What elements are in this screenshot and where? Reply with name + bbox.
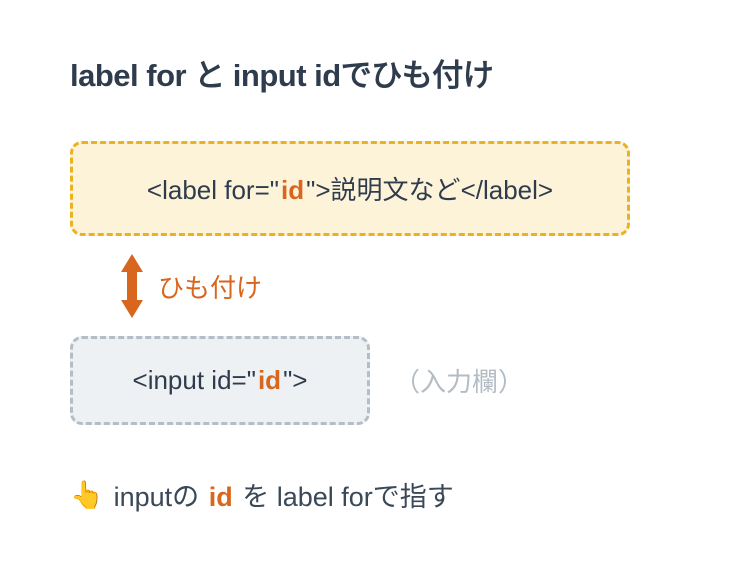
footer-caption: 👆 inputの id を label forで指す bbox=[70, 475, 661, 514]
footer-after-id: を label forで指す bbox=[242, 482, 454, 512]
input-tag-suffix: "> bbox=[283, 365, 307, 396]
diagram-heading: label for と input idでひも付け bbox=[70, 50, 661, 95]
double-arrow-icon bbox=[120, 254, 144, 318]
label-open-tag-prefix: <label for=" bbox=[147, 175, 279, 206]
label-inner-text: 説明文など bbox=[331, 170, 461, 207]
footer-id-highlight: id bbox=[209, 482, 233, 512]
link-row: ひも付け bbox=[120, 254, 661, 318]
label-close-tag: </label> bbox=[461, 175, 554, 206]
pointing-up-icon: 👆 bbox=[70, 479, 104, 511]
label-open-tag-suffix: "> bbox=[306, 175, 330, 206]
footer-text: inputの id を label forで指す bbox=[114, 475, 454, 514]
label-element-box: <label for="id">説明文など</label> bbox=[70, 141, 630, 236]
diagram-canvas: label for と input idでひも付け <label for="id… bbox=[0, 0, 731, 568]
input-element-box: <input id="id"> bbox=[70, 336, 370, 425]
link-label: ひも付け bbox=[158, 268, 262, 305]
input-placeholder-note: （入力欄） bbox=[394, 362, 524, 399]
label-id-highlight: id bbox=[281, 175, 304, 206]
footer-before-id: inputの bbox=[114, 482, 200, 512]
input-id-highlight: id bbox=[258, 365, 281, 396]
input-row: <input id="id"> （入力欄） bbox=[70, 336, 661, 425]
input-tag-prefix: <input id=" bbox=[133, 365, 256, 396]
